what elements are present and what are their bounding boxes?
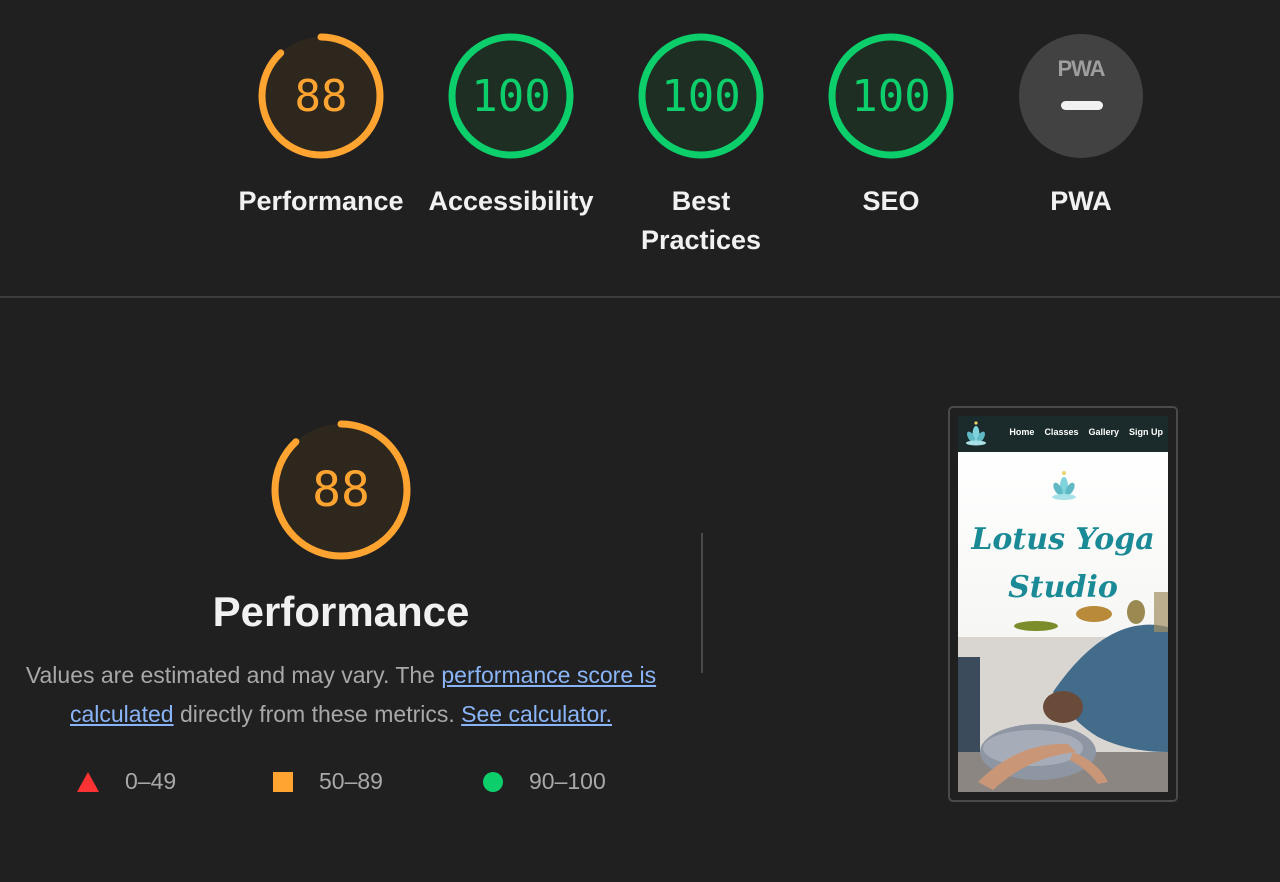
legend-range-average: 50–89 bbox=[319, 768, 383, 794]
seo-label: SEO bbox=[862, 186, 920, 216]
performance-label: Performance bbox=[238, 186, 404, 216]
screenshot-frame: Home Classes Gallery Sign Up Lotus Yoga … bbox=[958, 416, 1168, 792]
pwa-label: PWA bbox=[1050, 186, 1112, 216]
site-hero: Lotus Yoga Studio bbox=[958, 452, 1168, 792]
nav-sign-up: Sign Up bbox=[1129, 427, 1163, 437]
seo-score-ring: 100 bbox=[827, 32, 955, 160]
best-practices-score-ring: 100 bbox=[637, 32, 765, 160]
gauge-performance[interactable]: 88 Performance bbox=[226, 32, 416, 221]
legend-item-pass: 90–100 bbox=[483, 768, 606, 795]
nav-gallery: Gallery bbox=[1088, 427, 1119, 437]
best-practices-score: 100 bbox=[661, 70, 741, 122]
seo-score: 100 bbox=[851, 70, 931, 122]
best-practices-label: Best Practices bbox=[640, 186, 762, 255]
site-nav-links: Home Classes Gallery Sign Up bbox=[1009, 427, 1163, 437]
site-title: Lotus Yoga Studio bbox=[958, 516, 1168, 612]
green-circle-icon bbox=[483, 771, 503, 792]
description-text-middle: directly from these metrics. bbox=[179, 701, 455, 727]
vertical-separator bbox=[701, 533, 703, 673]
final-screenshot-thumbnail[interactable]: Home Classes Gallery Sign Up Lotus Yoga … bbox=[948, 406, 1178, 802]
hero-photo-image bbox=[958, 592, 1168, 792]
site-title-line-1: Lotus Yoga bbox=[971, 522, 1155, 557]
accessibility-score-ring: 100 bbox=[447, 32, 575, 160]
legend-range-fail: 0–49 bbox=[125, 768, 177, 794]
nav-classes: Classes bbox=[1044, 427, 1079, 437]
legend-item-fail: 0–49 bbox=[77, 768, 176, 795]
score-legend: 0–49 50–89 90–100 bbox=[0, 768, 682, 802]
gauge-pwa[interactable]: PWA PWA bbox=[986, 32, 1176, 221]
pwa-badge-icon: PWA bbox=[1019, 34, 1143, 158]
gauge-best-practices[interactable]: 100 Best Practices bbox=[606, 32, 796, 260]
gauge-seo[interactable]: 100 SEO bbox=[796, 32, 986, 221]
description-text-start: Values are estimated and may vary. The bbox=[25, 662, 435, 688]
performance-description: Values are estimated and may vary. The p… bbox=[20, 656, 662, 734]
hero-lotus-icon bbox=[1052, 471, 1076, 500]
red-triangle-icon bbox=[77, 771, 99, 792]
pwa-badge-text: PWA bbox=[1057, 56, 1105, 81]
performance-score-ring: 88 bbox=[257, 32, 385, 160]
accessibility-label: Accessibility bbox=[428, 186, 594, 216]
nav-home: Home bbox=[1009, 427, 1035, 437]
site-navbar: Home Classes Gallery Sign Up bbox=[958, 416, 1168, 452]
gauge-accessibility[interactable]: 100 Accessibility bbox=[416, 32, 606, 221]
performance-score: 88 bbox=[294, 70, 348, 122]
legend-range-pass: 90–100 bbox=[529, 768, 606, 794]
site-title-line-2: Studio bbox=[1008, 570, 1118, 605]
lotus-logo-icon bbox=[966, 421, 986, 446]
performance-large-gauge: 88 bbox=[269, 418, 413, 562]
orange-square-icon bbox=[273, 771, 293, 792]
accessibility-score: 100 bbox=[471, 70, 551, 122]
legend-item-average: 50–89 bbox=[273, 768, 383, 795]
pwa-badge-ring: PWA bbox=[1017, 32, 1145, 160]
performance-large-score: 88 bbox=[312, 462, 370, 518]
pwa-dash-icon bbox=[1061, 101, 1103, 110]
performance-title: Performance bbox=[212, 588, 470, 635]
section-divider bbox=[0, 296, 1280, 298]
see-calculator-link[interactable]: See calculator. bbox=[461, 701, 612, 727]
